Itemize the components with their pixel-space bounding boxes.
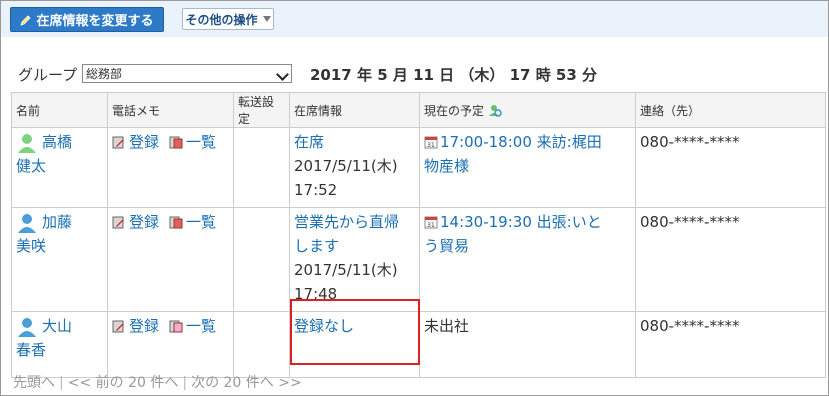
change-presence-label: 在席情報を変更する [36, 14, 154, 29]
schedule-link[interactable]: 17:00-18:00 来訪:梶田 [440, 133, 602, 151]
chevron-down-icon [262, 16, 271, 22]
presence-status-link-cont[interactable]: します [294, 237, 339, 255]
memo-list-icon [169, 216, 183, 229]
schedule-cell: 未出社 [419, 311, 636, 378]
table-row: 大山 春香 登録 一覧 登録なし 未出社 080-****-**** [11, 311, 826, 378]
memo-register-link[interactable]: 登録 [129, 130, 159, 154]
svg-text:31: 31 [427, 142, 435, 149]
schedule-link[interactable]: 14:30-19:30 出張:いと [440, 213, 602, 231]
presence-cell: 登録なし [289, 311, 420, 378]
presence-time: 17:52 [294, 181, 338, 199]
calendar-icon: 31 [424, 216, 438, 229]
header-forward: 転送設定 [233, 92, 290, 128]
user-present-icon [18, 133, 36, 153]
memo-register-link[interactable]: 登録 [129, 210, 159, 234]
chevron-down-icon [276, 68, 289, 81]
presence-cell: 営業先から直帰 します 2017/5/11(木) 17:48 [289, 207, 420, 312]
user-name-link-cont[interactable]: 春香 [16, 341, 46, 359]
schedule-cell: 31 17:00-18:00 来訪:梶田 物産様 [419, 127, 636, 208]
name-cell: 大山 春香 [11, 311, 108, 378]
memo-register-icon [112, 216, 124, 229]
header-schedule-label: 現在の予定 [424, 103, 485, 118]
presence-status-link[interactable]: 在席 [294, 133, 324, 151]
contact-cell: 080-****-**** [635, 127, 826, 208]
name-cell: 高橋 健太 [11, 127, 108, 208]
toolbar: 在席情報を変更する その他の操作 [1, 1, 828, 37]
memo-list-link[interactable]: 一覧 [186, 314, 216, 338]
table-row: 高橋 健太 登録 一覧 在席 2017/5/11(木) 17:52 31 17:0… [11, 127, 826, 208]
pager-prev: << 前の 20 件へ [67, 375, 179, 391]
memo-register-icon [112, 320, 124, 333]
header-memo: 電話メモ [107, 92, 234, 128]
user-name-link[interactable]: 高橋 [42, 133, 72, 151]
user-name-link-cont[interactable]: 美咲 [16, 237, 46, 255]
memo-list-link[interactable]: 一覧 [186, 210, 216, 234]
contact-cell: 080-****-**** [635, 311, 826, 378]
schedule-link-cont[interactable]: 物産様 [424, 157, 469, 175]
forward-cell [233, 127, 290, 208]
pager-next: 次の 20 件へ >> [191, 375, 302, 391]
pager: 先頭へ | << 前の 20 件へ | 次の 20 件へ >> [13, 375, 302, 391]
presence-date: 2017/5/11(木) [294, 157, 398, 175]
name-cell: 加藤 美咲 [11, 207, 108, 312]
calendar-icon: 31 [424, 136, 438, 149]
group-select-value: 総務部 [86, 67, 123, 81]
presence-status-link[interactable]: 営業先から直帰 [294, 213, 399, 231]
forward-cell [233, 207, 290, 312]
memo-register-link[interactable]: 登録 [129, 314, 159, 338]
schedule-cell: 31 14:30-19:30 出張:いと う貿易 [419, 207, 636, 312]
svg-text:31: 31 [427, 222, 435, 229]
pencil-icon [20, 14, 32, 26]
header-schedule: 現在の予定 [419, 92, 636, 128]
header-name: 名前 [11, 92, 108, 128]
current-datetime: 2017 年 5 月 11 日 （木） 17 時 53 分 [310, 66, 598, 84]
presence-status-link[interactable]: 登録なし [294, 317, 354, 335]
presence-table: 名前 電話メモ 転送設定 在席情報 現在の予定 連絡（先） 高橋 健太 登録 一… [11, 92, 826, 378]
memo-list-icon [169, 136, 183, 149]
user-search-icon[interactable] [488, 103, 502, 117]
contact-cell: 080-****-**** [635, 207, 826, 312]
schedule-link-cont[interactable]: う貿易 [424, 237, 469, 255]
memo-list-icon [169, 320, 183, 333]
group-label: グループ [18, 66, 78, 84]
presence-date: 2017/5/11(木) [294, 261, 398, 279]
memo-cell: 登録 一覧 [107, 127, 234, 208]
forward-cell [233, 311, 290, 378]
memo-register-icon [112, 136, 124, 149]
header-presence: 在席情報 [289, 92, 420, 128]
header-contact: 連絡（先） [635, 92, 826, 128]
user-away-icon [18, 213, 36, 233]
table-header-row: 名前 電話メモ 転送設定 在席情報 現在の予定 連絡（先） [11, 92, 826, 128]
table-row: 加藤 美咲 登録 一覧 営業先から直帰 します 2017/5/11(木) 17:… [11, 207, 826, 312]
memo-cell: 登録 一覧 [107, 207, 234, 312]
memo-cell: 登録 一覧 [107, 311, 234, 378]
pager-first: 先頭へ [13, 375, 55, 391]
group-select[interactable]: 総務部 [82, 64, 292, 83]
memo-list-link[interactable]: 一覧 [186, 130, 216, 154]
user-away-icon [18, 317, 36, 337]
other-actions-button[interactable]: その他の操作 [182, 8, 274, 30]
user-name-link[interactable]: 大山 [42, 317, 72, 335]
presence-time: 17:48 [294, 285, 338, 303]
other-actions-label: その他の操作 [185, 12, 258, 27]
presence-cell: 在席 2017/5/11(木) 17:52 [289, 127, 420, 208]
user-name-link-cont[interactable]: 健太 [16, 157, 46, 175]
user-name-link[interactable]: 加藤 [42, 213, 72, 231]
change-presence-button[interactable]: 在席情報を変更する [10, 7, 164, 32]
